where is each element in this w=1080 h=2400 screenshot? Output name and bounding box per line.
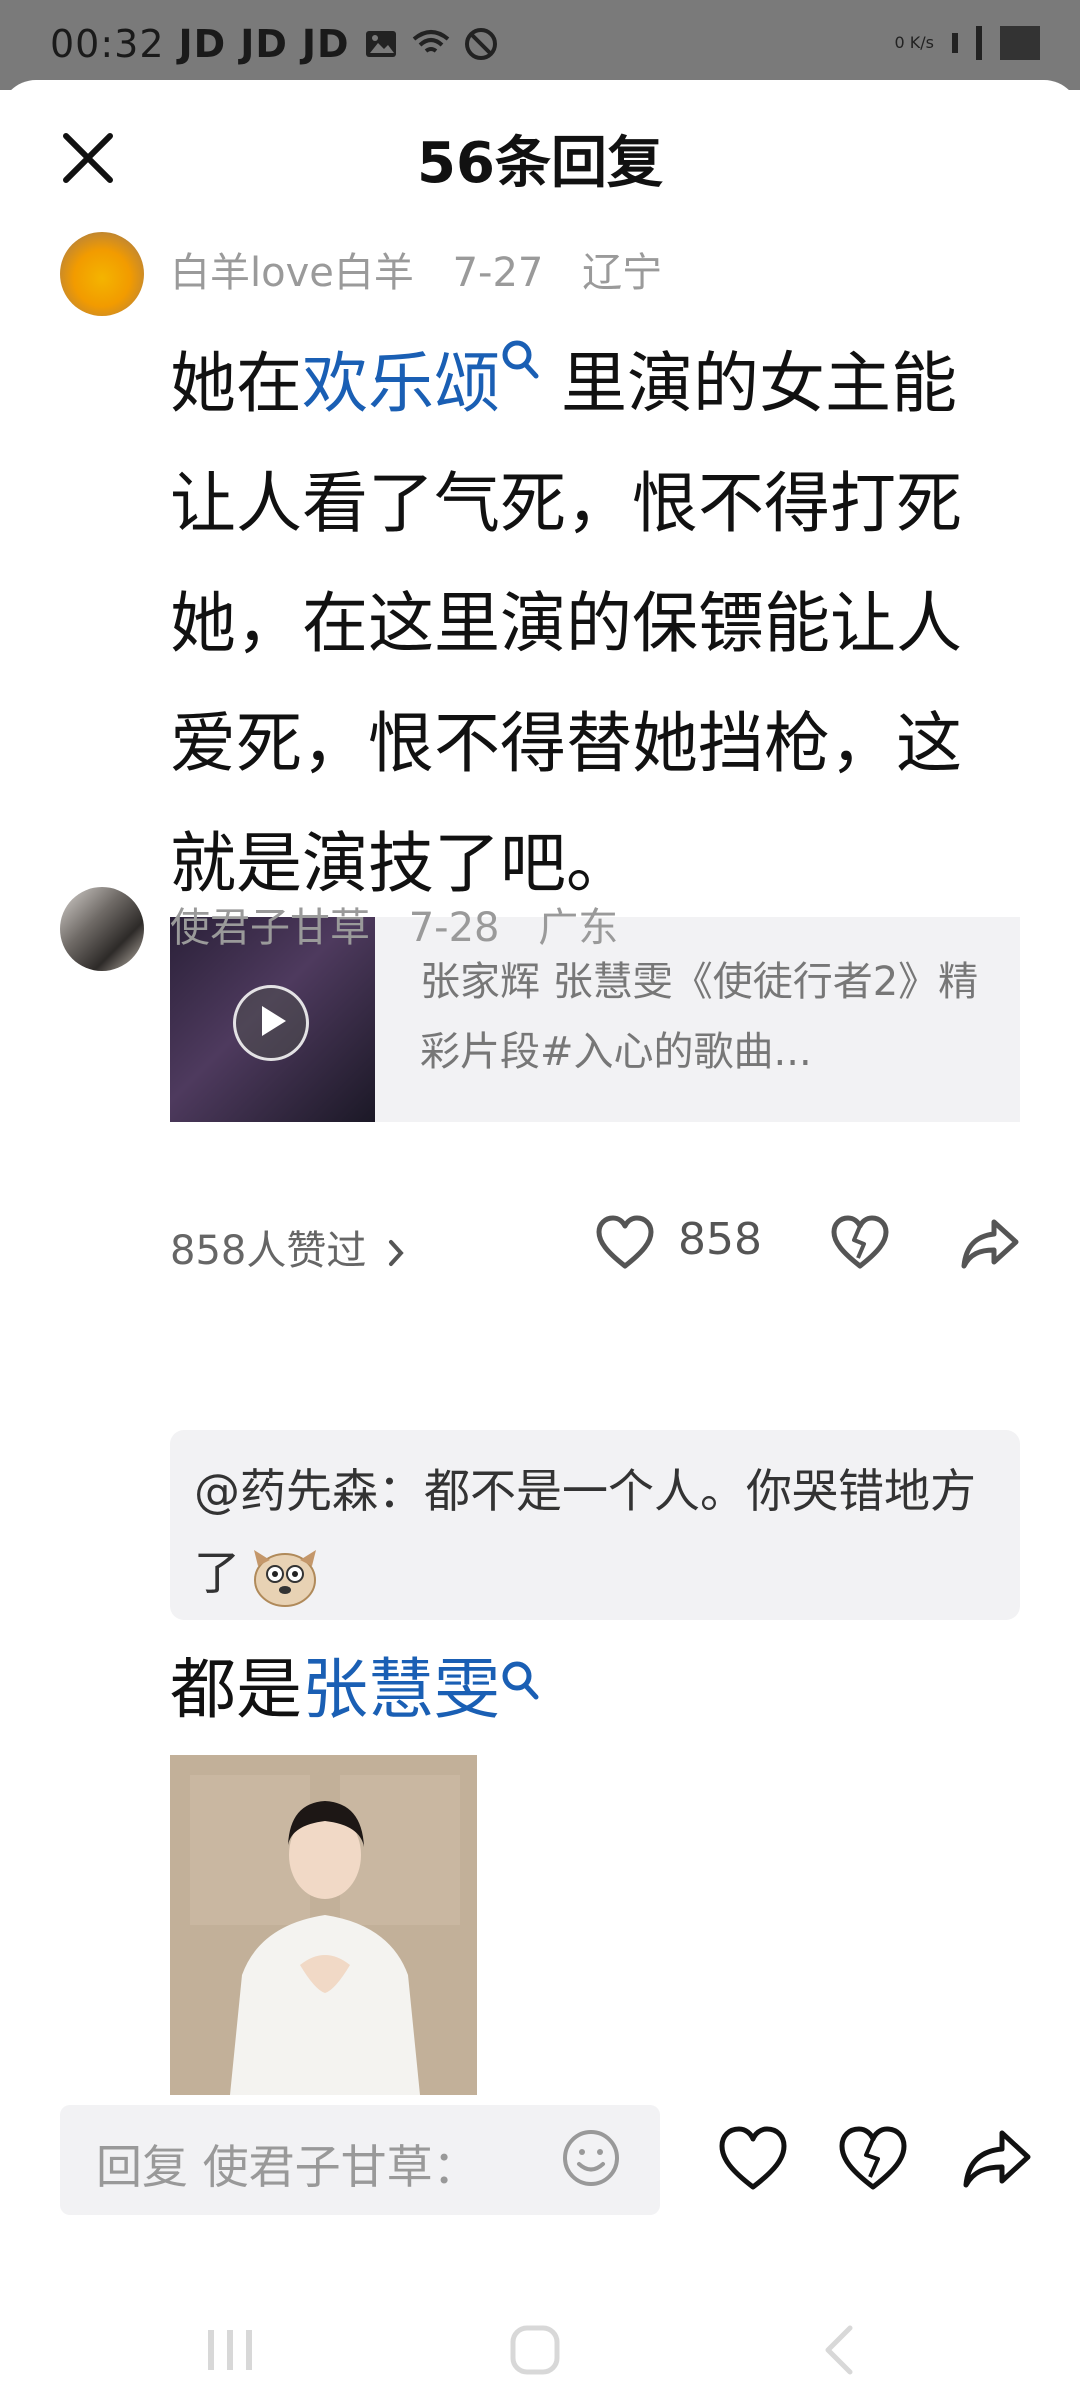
comment-date: 7-28 [408,905,500,951]
comment-text: 都是张慧雯 [170,1645,540,1735]
comment-meta: 使君子甘草 7-28 广东 [170,895,644,953]
system-nav-bar [0,2300,1080,2400]
status-time: 00:32 [50,22,165,66]
search-link[interactable]: 张慧雯 [302,1651,500,1728]
quoted-text: @药先森：都不是一个人。你哭错地方了 [194,1450,994,1614]
search-link[interactable]: 欢乐颂 [302,345,500,422]
reply-placeholder: 回复 使君子甘草： [96,2140,479,2194]
recent-apps-icon[interactable] [200,2320,260,2380]
reply-input[interactable]: 回复 使君子甘草： [60,2105,660,2215]
jd-notification-icon: JD [178,22,227,66]
back-icon[interactable] [810,2320,870,2380]
username[interactable]: 白羊love白羊 [170,250,414,296]
comment-meta: 白羊love白羊 7-27 辽宁 [170,240,688,298]
gallery-icon [365,31,396,57]
share-icon[interactable] [960,1214,1020,1274]
dog-emoji-icon [254,1549,316,1607]
video-title: 张家辉 张慧雯《使徒行者2》精彩片段#入心的歌曲... [420,959,979,1075]
page-title: 56条回复 [417,131,663,196]
username[interactable]: 使君子甘草 [170,905,370,951]
avatar[interactable] [60,232,144,316]
status-right: 0 K/s [895,26,1040,60]
quoted-reply[interactable]: @药先森：都不是一个人。你哭错地方了 [170,1430,1020,1620]
jd-notification-icon: JD [240,22,288,66]
like-count: 858 [678,1214,762,1265]
play-icon[interactable] [233,985,309,1061]
broken-heart-icon[interactable] [838,2125,908,2195]
broken-heart-icon[interactable] [830,1214,890,1274]
comment-location: 广东 [538,905,619,951]
emoji-icon[interactable] [560,2127,622,2189]
heart-icon[interactable] [595,1214,655,1274]
signal-icon [976,26,982,60]
comment-date: 7-27 [452,250,544,296]
likes-row: 858人赞过 858 [170,1210,1020,1280]
search-icon[interactable] [500,338,540,388]
photo-illustration [170,1755,477,2095]
share-icon[interactable] [962,2125,1032,2195]
wifi-icon [412,30,449,53]
jd-notification-icon: JD [301,22,350,66]
comment-text: 她在欢乐颂 里演的女主能让人看了气死，恨不得打死她，在这里演的保镖能让人爱死，恨… [170,324,1000,924]
liked-by-link[interactable]: 858人赞过 [170,1218,409,1276]
chevron-right-icon [389,1240,404,1266]
blocked-icon [464,28,497,60]
status-left: 00:32 JD JD JD [50,22,498,66]
heart-icon[interactable] [718,2125,788,2195]
comment-location: 辽宁 [582,250,663,296]
net-speed: 0 K/s [894,33,934,52]
avatar[interactable] [60,887,144,971]
sheet-header: 56条回复 [0,80,1080,230]
comment-photo[interactable] [170,1755,477,2095]
replies-sheet: 56条回复 白羊love白羊 7-27 辽宁 她在欢乐颂 里演的女主能让人看了气… [0,80,1080,2400]
battery-icon [1000,26,1040,60]
status-bar: 00:32 JD JD JD 0 K/s [0,0,1080,90]
search-icon[interactable] [500,1659,540,1709]
signal-icon [952,33,958,53]
home-icon[interactable] [505,2320,565,2380]
